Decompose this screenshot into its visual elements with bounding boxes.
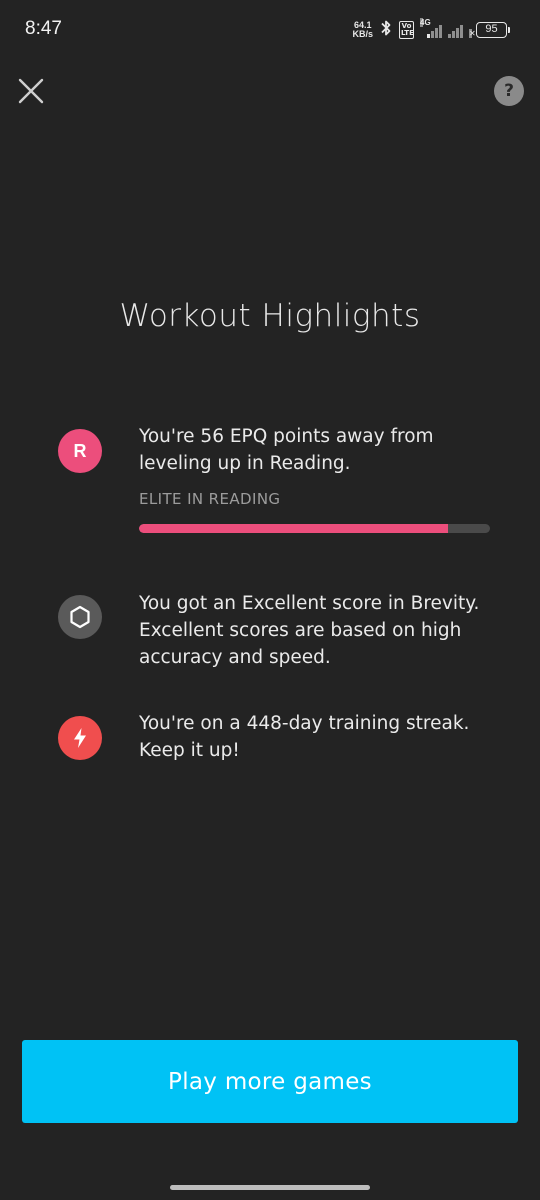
network-type: 4G — [420, 18, 431, 27]
progress-label: ELITE IN READING — [139, 490, 281, 508]
no-signal-x-icon: ✕ — [469, 29, 476, 38]
highlight-brevity-line1: You got an Excellent score in Brevity. — [139, 593, 480, 614]
close-icon — [18, 78, 44, 104]
highlight-reading-text: You're 56 EPQ points away from leveling … — [139, 423, 499, 477]
page-title: Workout Highlights — [119, 298, 421, 334]
highlight-streak-line2: Keep it up! — [139, 740, 240, 761]
reading-badge-icon: R — [58, 429, 102, 473]
workout-highlights-screen: 8:47 64.1 KB/s Vo LTE 4G ✕ 95 ? Workout … — [0, 0, 540, 1200]
volte-icon: Vo LTE — [399, 21, 414, 39]
status-icons: 64.1 KB/s Vo LTE 4G ✕ 95 — [352, 18, 510, 42]
signal-strength-sim2-icon: ✕ — [448, 22, 476, 38]
highlight-brevity-text: You got an Excellent score in Brevity. E… — [139, 590, 499, 671]
home-indicator[interactable] — [170, 1185, 370, 1190]
highlight-brevity: You got an Excellent score in Brevity. E… — [58, 593, 498, 685]
highlight-brevity-line2: Excellent scores are based on high — [139, 620, 462, 641]
reading-badge-letter: R — [73, 440, 87, 461]
highlight-streak-line1: You're on a 448-day training streak. — [139, 713, 470, 734]
battery-icon: 95 — [476, 22, 510, 38]
signal-strength-icon: 4G — [420, 18, 442, 38]
bluetooth-icon — [379, 19, 393, 41]
reading-progress-bar — [139, 524, 490, 533]
hexagon-icon — [58, 595, 102, 639]
status-time: 8:47 — [25, 18, 62, 39]
lightning-bolt-icon — [58, 716, 102, 760]
highlight-streak: You're on a 448-day training streak. Kee… — [58, 713, 498, 776]
battery-level: 95 — [476, 22, 507, 38]
status-bar: 8:47 64.1 KB/s Vo LTE 4G ✕ 95 — [0, 0, 540, 60]
network-speed: 64.1 KB/s — [352, 21, 373, 39]
highlight-reading-line2: leveling up in Reading. — [139, 453, 351, 474]
highlight-brevity-line3: accuracy and speed. — [139, 647, 331, 668]
help-button[interactable]: ? — [494, 76, 524, 106]
network-speed-unit: KB/s — [352, 29, 373, 39]
highlight-streak-text: You're on a 448-day training streak. Kee… — [139, 710, 499, 764]
highlight-reading-line1: You're 56 EPQ points away from — [139, 426, 434, 447]
reading-progress-fill — [139, 524, 448, 533]
close-button[interactable] — [14, 74, 48, 108]
help-icon: ? — [504, 81, 514, 101]
highlight-reading: R You're 56 EPQ points away from levelin… — [58, 426, 498, 566]
play-more-games-button[interactable]: Play more games — [22, 1040, 518, 1123]
volte-bottom-label: LTE — [401, 29, 414, 37]
